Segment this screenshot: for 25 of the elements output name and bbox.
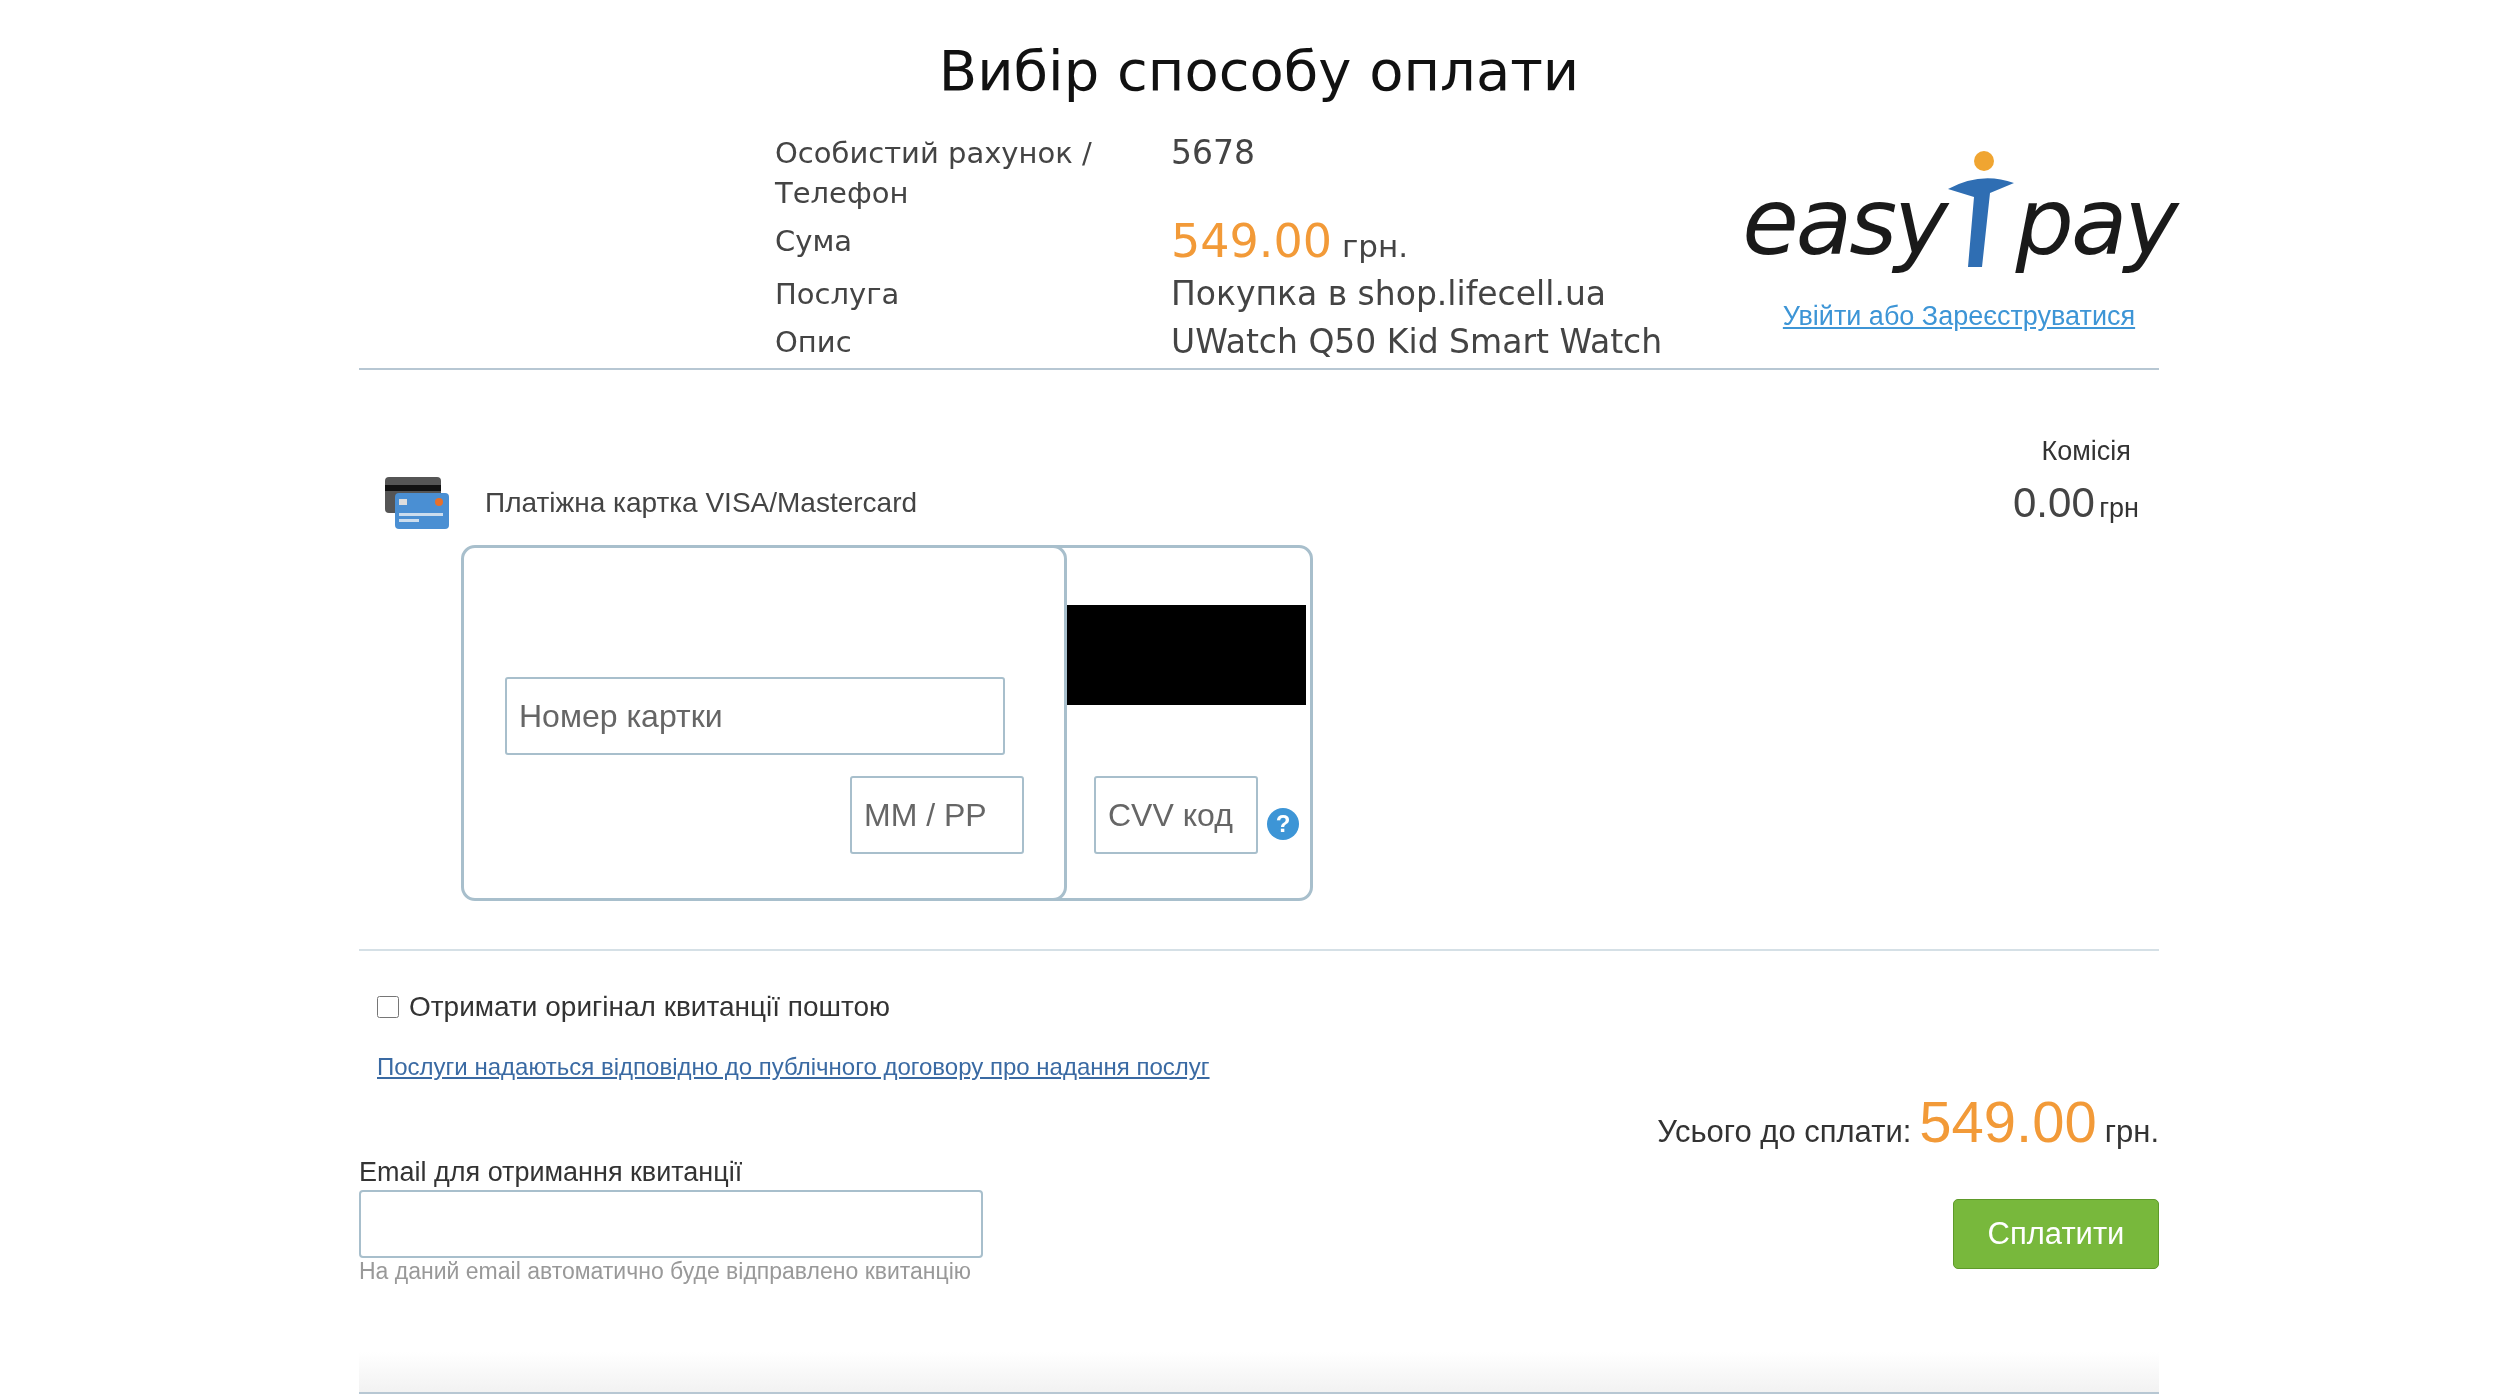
detail-value: UWatch Q50 Kid Smart Watch	[1171, 322, 1663, 362]
payment-method-label: Платіжна картка VISA/Mastercard	[485, 487, 919, 519]
checkbox-label: Отримати оригінал квитанції поштою	[409, 991, 891, 1023]
card-number-field[interactable]: Номер картки	[505, 677, 1005, 755]
email-label: Email для отримання квитанції	[359, 1157, 744, 1188]
email-field[interactable]	[359, 1190, 983, 1258]
detail-label: Особистий рахунок / Телефон	[775, 135, 1093, 212]
detail-label: Сума	[775, 223, 854, 260]
commission-value: 0.00 грн	[2013, 479, 2139, 527]
pay-button[interactable]: Сплатити	[1953, 1199, 2159, 1269]
mail-receipt-checkbox[interactable]	[377, 996, 399, 1018]
terms-link[interactable]: Послуги надаються відповідно до публічного договору про надання послуг	[377, 1053, 1210, 1080]
amount-value: 549.00 грн.	[1171, 221, 1410, 266]
total-amount: Усього до сплати:549.00 грн.	[1657, 1088, 2159, 1155]
detail-value: Покупка в shop.lifecell.ua	[1171, 274, 1608, 314]
detail-label: Опис	[775, 324, 853, 361]
page-title: Вибір способу оплати	[937, 38, 1581, 103]
email-hint: На даний email автоматично буде відправлено квитанцію	[359, 1258, 973, 1285]
expiry-field[interactable]: ММ / РР	[850, 776, 1024, 854]
detail-value: 5678	[1171, 133, 1256, 173]
detail-label: Послуга	[775, 276, 901, 313]
cvv-field[interactable]: CVV код	[1094, 776, 1258, 854]
login-link[interactable]: Увійти або Зареєструватися	[1782, 301, 2136, 331]
credit-cards-icon	[383, 475, 451, 531]
commission-label: Комісія	[2041, 436, 2131, 467]
